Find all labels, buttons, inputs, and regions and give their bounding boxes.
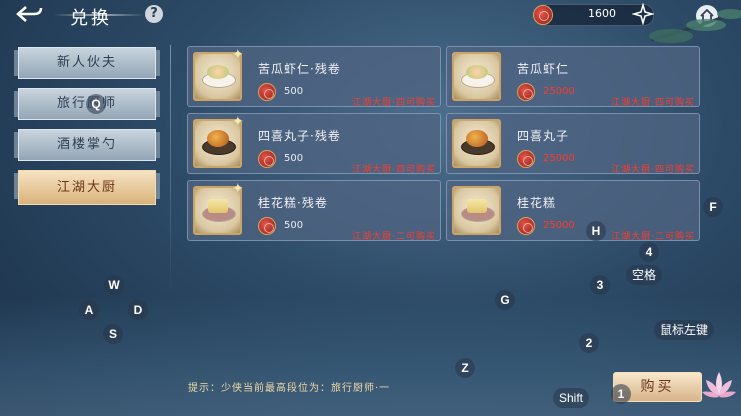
item-icon-box: ✦: [193, 48, 244, 101]
dish-icon: [467, 199, 487, 213]
item-icon-box: [452, 119, 501, 168]
fragment-icon: ✦: [232, 181, 244, 197]
item-price: 500: [284, 86, 304, 97]
tab-newbie-cook[interactable]: 新人伙夫: [14, 47, 160, 79]
key-hint-2: 2: [579, 333, 599, 353]
fragment-icon: ✦: [232, 114, 244, 130]
key-hint-1: 1: [611, 384, 631, 404]
key-hint-q: Q: [86, 94, 106, 114]
coin-icon: [258, 83, 276, 101]
divider: [170, 45, 171, 295]
item-icon-box: ✦: [193, 182, 244, 235]
dish-icon: [207, 130, 229, 147]
key-hint-3: 3: [590, 275, 610, 295]
shop-item-four-joy-fragment[interactable]: ✦ 四喜丸子·残卷 500 江湖大厨·四可购买: [187, 113, 441, 175]
key-hint-space: 空格: [626, 265, 663, 285]
tip-text: 提示：少侠当前最高段位为：旅行厨师·一: [188, 383, 391, 394]
item-name: 四喜丸子: [517, 129, 570, 143]
key-hint-h: H: [586, 221, 606, 241]
coin-icon: [258, 217, 276, 235]
item-name: 四喜丸子·残卷: [258, 129, 341, 143]
key-hint-w: W: [104, 275, 124, 295]
key-hint-z: Z: [455, 358, 475, 378]
shop-item-bitter-melon-fragment[interactable]: ✦ 苦瓜虾仁·残卷 500 江湖大厨·四可购买: [187, 46, 441, 108]
item-price: 500: [284, 220, 304, 231]
key-hint-d: D: [128, 300, 148, 320]
item-price: 500: [284, 153, 304, 164]
key-hint-f: F: [703, 197, 723, 217]
dish-icon: [207, 65, 229, 79]
dish-icon: [466, 130, 488, 147]
coin-icon: [533, 5, 553, 25]
shop-item-bitter-melon[interactable]: 苦瓜虾仁 25000 江湖大厨·四可购买: [446, 46, 700, 108]
key-hint-mouse-left: 鼠标左键: [654, 320, 715, 340]
category-tabs: 新人伙夫 旅行厨师 酒楼掌勺 江湖大厨: [14, 47, 160, 214]
shop-item-osmanthus-fragment[interactable]: ✦ 桂花糕·残卷 500 江湖大厨·二可购买: [187, 180, 441, 242]
item-requirement: 江湖大厨·二可购买: [352, 232, 436, 242]
key-hint-shift: Shift: [553, 388, 590, 408]
dish-icon: [466, 65, 488, 79]
fragment-icon: ✦: [232, 47, 244, 63]
tab-tavern-chef[interactable]: 酒楼掌勺: [14, 129, 160, 161]
item-requirement: 江湖大厨·四可购买: [611, 98, 695, 108]
item-requirement: 江湖大厨·二可购买: [611, 232, 695, 242]
coin-icon: [517, 217, 535, 235]
back-arrow-icon[interactable]: [14, 4, 48, 28]
key-hint-a: A: [79, 300, 99, 320]
item-name: 苦瓜虾仁·残卷: [258, 62, 341, 76]
item-price: 25000: [543, 220, 575, 231]
item-icon-box: [452, 186, 501, 235]
key-hint-s: S: [103, 324, 123, 344]
tab-jianghu-chef[interactable]: 江湖大厨: [14, 170, 160, 205]
page-title: 兑换: [70, 8, 112, 29]
key-hint-4: 4: [639, 242, 659, 262]
coin-icon: [517, 150, 535, 168]
shop-item-osmanthus[interactable]: 桂花糕 25000 江湖大厨·二可购买: [446, 180, 700, 242]
key-hint-g: G: [495, 290, 515, 310]
item-requirement: 江湖大厨·四可购买: [352, 165, 436, 175]
item-name: 苦瓜虾仁: [517, 62, 570, 76]
help-button[interactable]: ?: [145, 5, 163, 23]
lotus-decoration: [702, 372, 736, 398]
top-bar: 兑换 ? 1600: [0, 0, 741, 43]
item-name: 桂花糕·残卷: [258, 196, 328, 210]
dish-icon: [208, 199, 228, 213]
coin-icon: [517, 83, 535, 101]
item-icon-box: [452, 52, 501, 101]
item-icon-box: ✦: [193, 115, 244, 168]
shop-item-four-joy[interactable]: 四喜丸子 25000 江湖大厨·四可购买: [446, 113, 700, 175]
item-price: 25000: [543, 153, 575, 164]
item-requirement: 江湖大厨·四可购买: [611, 165, 695, 175]
item-requirement: 江湖大厨·四可购买: [352, 98, 436, 108]
item-name: 桂花糕: [517, 196, 557, 210]
coin-icon: [258, 150, 276, 168]
currency-value: 1600: [588, 7, 616, 20]
item-price: 25000: [543, 86, 575, 97]
